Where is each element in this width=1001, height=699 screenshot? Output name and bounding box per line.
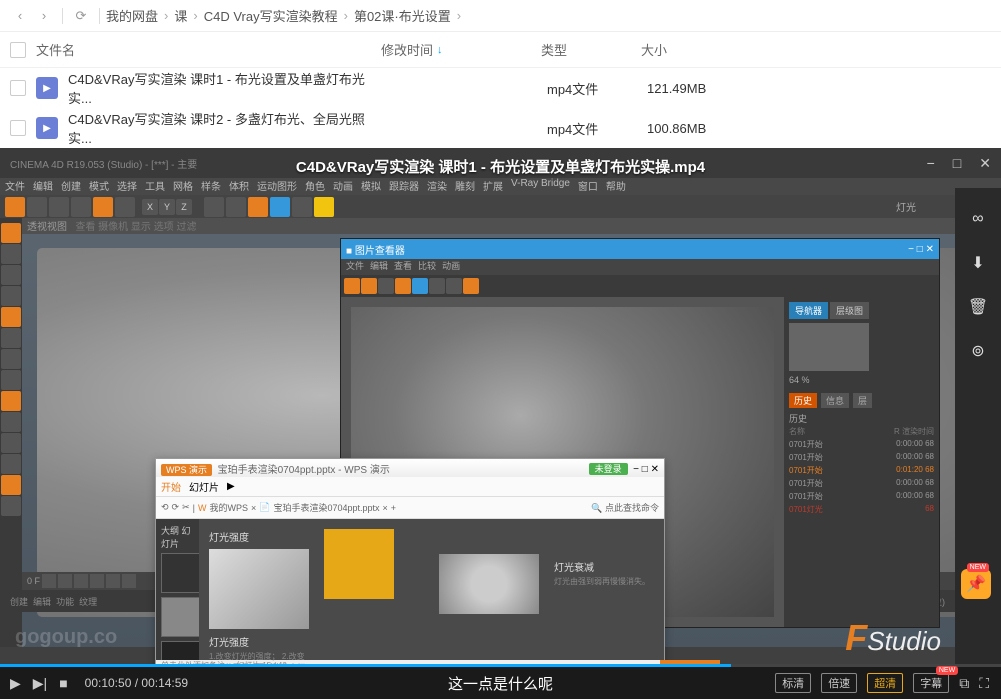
slide-thumbnail[interactable] xyxy=(161,553,199,593)
settings-icon[interactable]: ⊚ xyxy=(965,338,991,364)
maximize-icon[interactable]: □ xyxy=(642,464,648,475)
c4d-app: 文件编辑创建模式选择工具网格样条体积运动图形角色动画模拟跟踪器渲染雕刻扩展V-R… xyxy=(0,178,1001,667)
file-checkbox[interactable] xyxy=(10,120,26,136)
video-controls: ▶ ▶| ■ 00:10:50 / 00:14:59 这一点是什么呢 标清 倍速… xyxy=(0,667,1001,699)
breadcrumb-item[interactable]: 课 xyxy=(174,6,187,25)
share-icon[interactable]: ∞ xyxy=(965,206,991,232)
tab-navigator[interactable]: 导航器 xyxy=(789,302,828,319)
file-checkbox[interactable] xyxy=(10,80,26,96)
render-thumbnail[interactable] xyxy=(789,323,869,371)
picture-viewer-toolbar[interactable] xyxy=(341,275,939,297)
download-icon[interactable]: ⬇ xyxy=(965,250,991,276)
subtitle-button[interactable]: 字幕NEW xyxy=(913,673,949,693)
breadcrumb-item[interactable]: 第02课·布光设置 xyxy=(354,6,451,25)
file-type: mp4文件 xyxy=(547,79,647,98)
maximize-icon[interactable]: □ xyxy=(917,244,923,255)
breadcrumb-item[interactable]: C4D Vray写实渲染教程 xyxy=(204,6,338,25)
top-nav: ‹ › ⟳ 我的网盘› 课› C4D Vray写实渲染教程› 第02课·布光设置… xyxy=(0,0,1001,32)
c4d-toolbar[interactable]: XYZ 灯光 xyxy=(0,195,1001,218)
quality-button[interactable]: 超清 xyxy=(867,673,903,693)
zoom-level: 64 % xyxy=(789,375,934,385)
slide-thumbnail[interactable] xyxy=(161,597,199,637)
tab-history[interactable]: 历史 xyxy=(789,393,817,408)
video-time: 00:10:50 / 00:14:59 xyxy=(85,676,188,690)
c4d-menubar[interactable]: 文件编辑创建模式选择工具网格样条体积运动图形角色动画模拟跟踪器渲染雕刻扩展V-R… xyxy=(0,178,1001,195)
watermark: gogoup.co xyxy=(15,626,117,649)
video-title-overlay: C4D&VRay写实渲染 课时1 - 布光设置及单盏灯布光实操.mp4 xyxy=(296,156,705,177)
col-type[interactable]: 类型 xyxy=(541,40,641,59)
delete-icon[interactable]: 🗑 xyxy=(965,294,991,320)
video-player: CINEMA 4D R19.053 (Studio) - [***] - 主要 … xyxy=(0,148,1001,699)
col-mtime[interactable]: 修改时间↓ xyxy=(381,40,541,59)
sort-arrow-icon: ↓ xyxy=(437,44,443,56)
file-size: 121.49MB xyxy=(647,81,747,96)
file-type: mp4文件 xyxy=(547,119,647,138)
file-name: C4D&VRay写实渲染 课时1 - 布光设置及单盏灯布光实... xyxy=(68,69,387,107)
close-icon[interactable]: ✕ xyxy=(979,155,991,172)
tab-layer[interactable]: 层级图 xyxy=(830,302,869,319)
breadcrumb: 我的网盘› 课› C4D Vray写实渲染教程› 第02课·布光设置› xyxy=(106,6,463,25)
fullscreen-icon[interactable]: ⛶ xyxy=(979,675,989,692)
minimize-icon[interactable]: − xyxy=(927,155,935,172)
nav-refresh-icon[interactable]: ⟳ xyxy=(69,4,93,28)
close-icon[interactable]: ✕ xyxy=(926,244,934,255)
wps-ribbon-tabs[interactable]: 开始 幻灯片 ▶ xyxy=(156,477,664,497)
file-row[interactable]: ▶ C4D&VRay写实渲染 课时2 - 多盏灯布光、全局光照实... mp4文… xyxy=(0,108,1001,148)
wps-login-button[interactable]: 未登录 xyxy=(589,463,628,475)
pin-button[interactable]: 📌NEW xyxy=(961,569,991,599)
file-name: C4D&VRay写实渲染 课时2 - 多盏灯布光、全局光照实... xyxy=(68,109,387,147)
speed-button[interactable]: 倍速 xyxy=(821,673,857,693)
wps-window[interactable]: WPS 演示 宝珀手表渲染0704ppt.pptx - WPS 演示 未登录 −… xyxy=(155,458,665,667)
col-size[interactable]: 大小 xyxy=(641,40,741,59)
stop-button[interactable]: ■ xyxy=(59,675,67,691)
picture-viewer-menu[interactable]: 文件编辑查看比较动画 xyxy=(341,259,939,275)
wps-logo: WPS 演示 xyxy=(161,464,212,476)
play-button[interactable]: ▶ xyxy=(10,675,21,692)
select-all-checkbox[interactable] xyxy=(10,42,26,58)
wps-titlebar[interactable]: WPS 演示 宝珀手表渲染0704ppt.pptx - WPS 演示 未登录 −… xyxy=(156,459,664,477)
nav-forward-icon[interactable]: › xyxy=(32,4,56,28)
minimize-icon[interactable]: − xyxy=(908,244,914,255)
next-button[interactable]: ▶| xyxy=(33,675,47,692)
file-list-header: 文件名 修改时间↓ 类型 大小 xyxy=(0,32,1001,68)
picture-viewer-titlebar[interactable]: ■ 图片查看器 − □ ✕ xyxy=(341,239,939,259)
minimize-icon[interactable]: − xyxy=(633,464,639,475)
render-side-panel: 导航器 层级图 64 % 历史 信息 层 历史 名称R 渲染时间 0701开始0 xyxy=(784,297,939,627)
close-icon[interactable]: ✕ xyxy=(651,464,659,475)
wps-slide-panel[interactable]: 大纲 幻灯片 xyxy=(156,519,199,660)
video-file-icon: ▶ xyxy=(36,77,58,99)
slide-thumbnail[interactable] xyxy=(161,641,199,660)
wps-toolbar[interactable]: ⟲⟳✂|W我的WPS×📄宝珀手表渲染0704ppt.pptx×+ 🔍 点此查找命… xyxy=(156,497,664,519)
breadcrumb-item[interactable]: 我的网盘 xyxy=(106,6,158,25)
maximize-icon[interactable]: □ xyxy=(953,155,961,172)
pip-icon[interactable]: ⧉ xyxy=(959,675,969,692)
video-subtitle: 这一点是什么呢 xyxy=(448,673,553,694)
c4d-left-toolbar[interactable] xyxy=(0,218,22,647)
video-file-icon: ▶ xyxy=(36,117,58,139)
nav-back-icon[interactable]: ‹ xyxy=(8,4,32,28)
fstudio-logo: FStudio xyxy=(845,617,941,659)
intro-button[interactable]: 标清 xyxy=(775,673,811,693)
file-size: 100.86MB xyxy=(647,121,747,136)
wps-slide-content[interactable]: 灯光强度 灯光强度1.改变灯光的强度； 2.改变灯光的面积，重新确定大灯光路径。… xyxy=(199,519,664,660)
file-row[interactable]: ▶ C4D&VRay写实渲染 课时1 - 布光设置及单盏灯布光实... mp4文… xyxy=(0,68,1001,108)
col-name[interactable]: 文件名 xyxy=(36,40,381,59)
